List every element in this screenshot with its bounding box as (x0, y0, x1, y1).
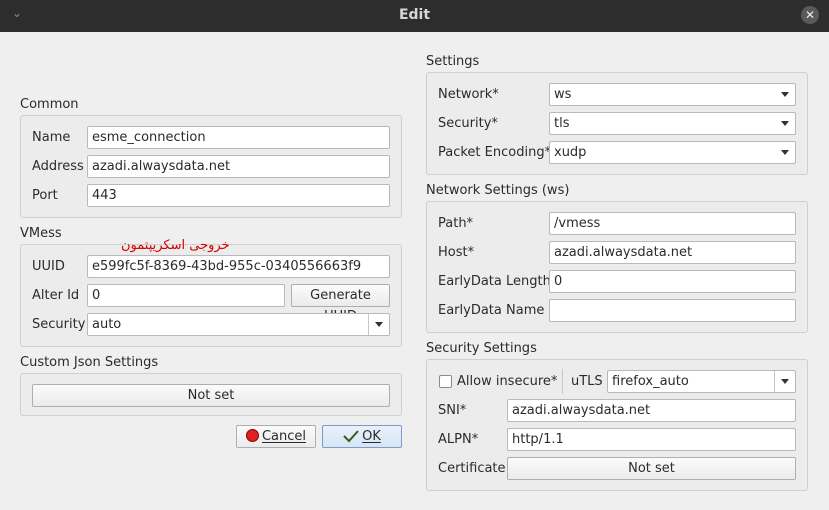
cancel-button[interactable]: Cancel (236, 425, 316, 448)
cancel-button-label: Cancel (261, 429, 307, 444)
earlydata-length-input[interactable]: 0 (549, 270, 796, 293)
generate-uuid-button[interactable]: Generate UUID (291, 284, 390, 324)
host-input[interactable]: azadi.alwaysdata.net (549, 241, 796, 264)
utls-divider (562, 369, 563, 394)
window-title: Edit (398, 7, 431, 23)
sni-label: SNI* (438, 403, 467, 418)
certificate-label: Certificate (438, 461, 506, 476)
title-bar: ⌄ Edit ✕ (0, 0, 829, 32)
ok-button-label: OK (362, 429, 381, 444)
utls-select-value: firefox_auto (612, 374, 689, 389)
packet-encoding-select[interactable]: xudp (549, 141, 796, 164)
allow-insecure-checkbox[interactable] (439, 375, 452, 388)
network-label: Network* (438, 87, 499, 102)
chevron-down-icon (781, 121, 789, 126)
uuid-label: UUID (32, 259, 65, 274)
packet-encoding-select-value: xudp (554, 145, 587, 160)
settings-security-label: Security* (438, 116, 498, 131)
address-input[interactable]: azadi.alwaysdata.net (87, 155, 390, 178)
port-input[interactable]: 443 (87, 184, 390, 207)
chevron-down-icon (781, 150, 789, 155)
path-label: Path* (438, 216, 474, 231)
settings-group-title: Settings (426, 54, 480, 69)
ok-button[interactable]: OK (322, 425, 402, 448)
port-label: Port (32, 188, 58, 203)
host-label: Host* (438, 245, 475, 260)
chevron-down-icon (781, 379, 789, 384)
security-label: Security (32, 317, 86, 332)
path-input[interactable]: /vmess (549, 212, 796, 235)
security-select[interactable]: auto (87, 313, 390, 336)
earlydata-name-label: EarlyData Name (438, 303, 545, 318)
security-select-separator (368, 314, 369, 335)
network-select-value: ws (554, 87, 572, 102)
settings-security-select[interactable]: tls (549, 112, 796, 135)
certificate-button[interactable]: Not set (507, 457, 796, 480)
name-label: Name (32, 130, 71, 145)
alpn-input[interactable]: http/1.1 (507, 428, 796, 451)
security-select-value: auto (92, 317, 122, 332)
common-group-title: Common (20, 97, 79, 112)
uuid-input[interactable]: e599fc5f-8369-43bd-955c-0340556663f9 (87, 255, 390, 278)
alterid-label: Alter Id (32, 288, 80, 303)
utls-label: uTLS (571, 374, 603, 389)
utls-select-separator (774, 371, 775, 392)
overlay-annotation-text: خروجی اسکریپتمون (121, 238, 230, 253)
cancel-icon (245, 429, 259, 442)
address-label: Address (32, 159, 84, 174)
vmess-group-title: VMess (20, 226, 62, 241)
alterid-input[interactable]: 0 (87, 284, 285, 307)
network-settings-group-title: Network Settings (ws) (426, 183, 570, 198)
checkmark-icon (343, 430, 359, 443)
alpn-label: ALPN* (438, 432, 479, 447)
close-icon[interactable]: ✕ (801, 6, 819, 24)
name-input[interactable]: esme_connection (87, 126, 390, 149)
security-settings-group-title: Security Settings (426, 341, 537, 356)
custom-json-group-title: Custom Json Settings (20, 355, 159, 370)
allow-insecure-label: Allow insecure* (457, 374, 558, 389)
utls-select[interactable]: firefox_auto (607, 370, 796, 393)
packet-encoding-label: Packet Encoding* (438, 145, 552, 160)
custom-json-button[interactable]: Not set (32, 384, 390, 407)
chevron-down-icon (375, 322, 383, 327)
chevron-down-icon (781, 92, 789, 97)
earlydata-length-label: EarlyData Length (438, 274, 551, 289)
sni-input[interactable]: azadi.alwaysdata.net (507, 399, 796, 422)
network-select[interactable]: ws (549, 83, 796, 106)
earlydata-name-input[interactable] (549, 299, 796, 322)
settings-security-select-value: tls (554, 116, 570, 131)
